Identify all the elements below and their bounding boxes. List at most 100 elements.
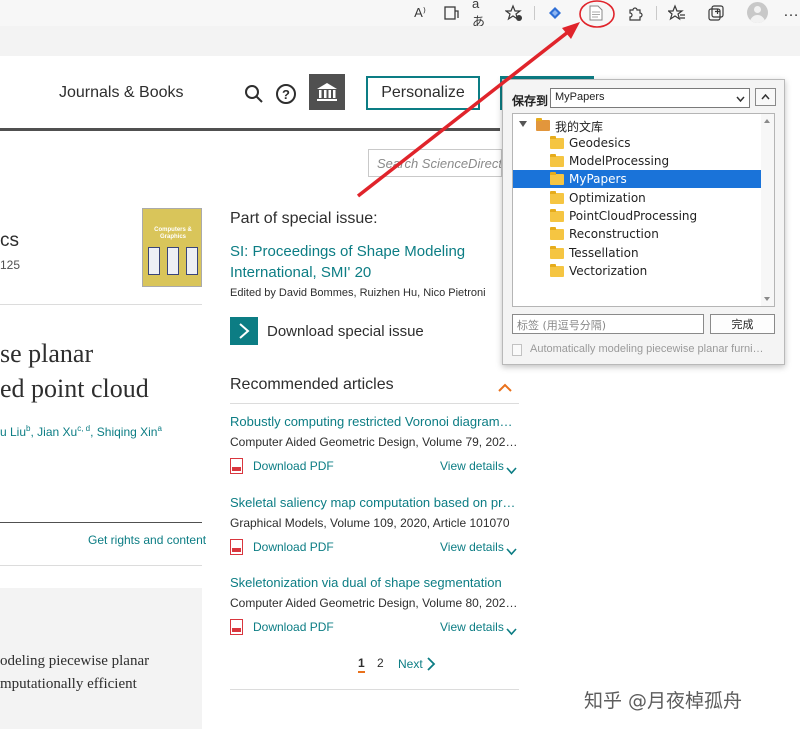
download-special-issue-button[interactable]: Download special issue bbox=[230, 317, 424, 345]
toolbar-separator bbox=[534, 6, 535, 20]
article-link[interactable]: Skeletonization via dual of shape segmen… bbox=[230, 575, 519, 591]
folder-icon bbox=[550, 227, 564, 240]
tree-item-mypapers[interactable]: MyPapers bbox=[513, 170, 762, 188]
tree-item-pointcloudprocessing[interactable]: PointCloudProcessing bbox=[513, 207, 762, 225]
download-special-issue-label: Download special issue bbox=[267, 322, 424, 340]
saved-item-title: Automatically modeling piecewise planar … bbox=[530, 343, 764, 355]
done-button[interactable]: 完成 bbox=[710, 314, 775, 334]
cover-panel bbox=[186, 247, 198, 275]
collection-tree: 我的文库 Geodesics ModelProcessing MyPapers … bbox=[512, 113, 775, 307]
author-link[interactable]: Shiqing Xin bbox=[97, 425, 158, 439]
watermark-text: 知乎 @月夜棹孤舟 bbox=[584, 690, 743, 712]
pdf-icon bbox=[230, 539, 243, 555]
folder-label: Tessellation bbox=[569, 246, 639, 260]
tree-item-library[interactable]: 我的文库 bbox=[513, 116, 762, 134]
save-to-popup: 保存到 MyPapers 我的文库 Geodesics ModelProcess… bbox=[502, 79, 785, 365]
author-affiliation[interactable]: c, d bbox=[77, 424, 90, 433]
article-link[interactable]: Robustly computing restricted Voronoi di… bbox=[230, 414, 519, 430]
download-pdf-link[interactable]: Download PDF bbox=[253, 459, 334, 473]
view-details-link[interactable]: View details bbox=[440, 620, 504, 634]
author-link[interactable]: u Liu bbox=[0, 425, 26, 439]
folder-icon bbox=[550, 154, 564, 167]
chevron-down-icon[interactable] bbox=[506, 462, 517, 475]
header-divider bbox=[0, 128, 500, 131]
library-label: 我的文库 bbox=[555, 120, 604, 134]
folder-icon bbox=[550, 246, 564, 259]
tree-item-vectorization[interactable]: Vectorization bbox=[513, 262, 762, 280]
article-title-line: ed point cloud bbox=[0, 374, 149, 403]
saved-item-row: Automatically modeling piecewise planar … bbox=[512, 342, 777, 358]
author-affiliation[interactable]: b bbox=[26, 424, 30, 433]
collections-icon[interactable] bbox=[706, 3, 726, 23]
personalize-button[interactable]: Personalize bbox=[366, 76, 480, 110]
recommended-article: Skeletonization via dual of shape segmen… bbox=[230, 575, 519, 636]
extension-blue-icon[interactable] bbox=[545, 3, 565, 23]
view-details-link[interactable]: View details bbox=[440, 540, 504, 554]
tree-item-geodesics[interactable]: Geodesics bbox=[513, 134, 762, 152]
journal-cover-image[interactable]: Computers & Graphics bbox=[142, 208, 202, 287]
folder-icon bbox=[550, 172, 564, 185]
article-link[interactable]: Skeletal saliency map computation based … bbox=[230, 495, 519, 511]
download-pdf-link[interactable]: Download PDF bbox=[253, 620, 334, 634]
tree-scrollbar[interactable] bbox=[761, 114, 774, 306]
save-to-label: 保存到 bbox=[512, 94, 549, 108]
author-link[interactable]: Jian Xu bbox=[37, 425, 77, 439]
extensions-icon[interactable] bbox=[625, 3, 645, 23]
rights-link[interactable]: Get rights and content bbox=[88, 533, 206, 547]
article-actions: Download PDF View details bbox=[230, 539, 519, 556]
folder-icon bbox=[550, 264, 564, 277]
help-icon[interactable]: ? bbox=[276, 84, 296, 104]
tree-item-tessellation[interactable]: Tessellation bbox=[513, 244, 762, 262]
tree-item-modelprocessing[interactable]: ModelProcessing bbox=[513, 152, 762, 170]
tags-input[interactable]: 标签 (用逗号分隔) bbox=[512, 314, 704, 334]
divider bbox=[0, 522, 202, 523]
tree-item-reconstruction[interactable]: Reconstruction bbox=[513, 225, 762, 243]
institution-icon[interactable] bbox=[309, 74, 345, 110]
collection-select[interactable]: MyPapers bbox=[550, 88, 750, 108]
tree-item-optimization[interactable]: Optimization bbox=[513, 189, 762, 207]
document-icon bbox=[512, 344, 522, 356]
page-2-link[interactable]: 2 bbox=[377, 656, 384, 670]
translate-icon[interactable]: aあ bbox=[472, 0, 492, 29]
search-input[interactable]: Search ScienceDirect bbox=[368, 149, 502, 177]
favorites-icon[interactable] bbox=[667, 3, 687, 23]
cover-title: Computers & Graphics bbox=[154, 227, 192, 240]
page-1-link[interactable]: 1 bbox=[358, 656, 365, 673]
article-actions: Download PDF View details bbox=[230, 458, 519, 475]
chevron-down-icon[interactable] bbox=[506, 623, 517, 636]
zotero-save-icon[interactable] bbox=[586, 3, 606, 23]
special-issue-link[interactable]: SI: Proceedings of Shape Modeling Intern… bbox=[230, 241, 490, 283]
browser-toolbar: A⁾ aあ … bbox=[0, 0, 800, 29]
library-icon bbox=[536, 118, 550, 131]
journals-books-link[interactable]: Journals & Books bbox=[59, 84, 184, 102]
article-source: Computer Aided Geometric Design, Volume … bbox=[230, 596, 519, 610]
cover-panel bbox=[148, 247, 160, 275]
journal-name[interactable]: cs bbox=[0, 230, 19, 252]
browser-tab-strip bbox=[0, 26, 800, 56]
profile-avatar-icon[interactable] bbox=[747, 2, 768, 23]
more-icon[interactable]: … bbox=[783, 3, 799, 21]
read-aloud-icon[interactable]: A⁾ bbox=[410, 3, 430, 23]
tree-expand-icon[interactable] bbox=[519, 121, 527, 127]
chevron-down-icon[interactable] bbox=[506, 543, 517, 556]
next-page-link[interactable]: Next bbox=[398, 657, 423, 671]
view-details-link[interactable]: View details bbox=[440, 459, 504, 473]
divider bbox=[230, 403, 519, 404]
immersive-reader-icon[interactable] bbox=[441, 3, 461, 23]
abstract-line: odeling piecewise planar bbox=[0, 653, 150, 669]
scroll-up-icon[interactable] bbox=[764, 119, 770, 123]
cover-panel bbox=[167, 247, 179, 275]
chevron-up-icon[interactable] bbox=[498, 380, 512, 392]
download-pdf-link[interactable]: Download PDF bbox=[253, 540, 334, 554]
chevron-right-icon[interactable] bbox=[426, 656, 436, 672]
scroll-down-icon[interactable] bbox=[764, 297, 770, 301]
search-icon[interactable] bbox=[244, 84, 264, 104]
chevron-right-icon bbox=[230, 317, 258, 345]
selected-collection: MyPapers bbox=[555, 91, 605, 103]
collapse-tree-button[interactable] bbox=[755, 88, 776, 106]
add-favorite-icon[interactable] bbox=[504, 3, 524, 23]
volume-info: 125 bbox=[0, 258, 21, 272]
pdf-icon bbox=[230, 458, 243, 474]
author-affiliation[interactable]: a bbox=[157, 424, 161, 433]
chevron-up-icon bbox=[761, 94, 770, 100]
